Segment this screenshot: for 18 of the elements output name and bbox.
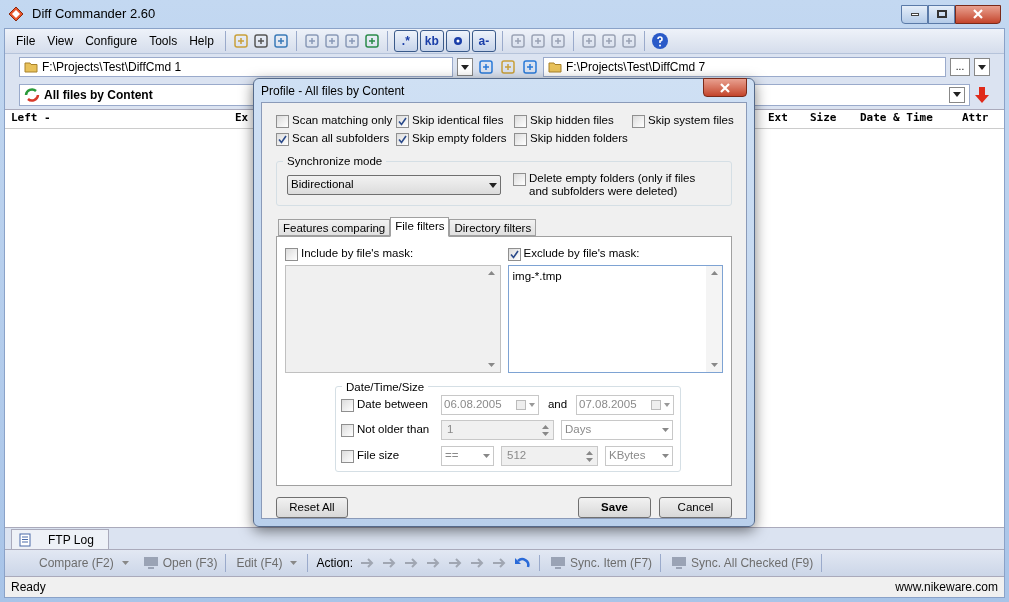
option-label: Scan matching only [292,113,393,129]
option-label: Skip system files [648,113,734,129]
option-label: Not older than [357,422,430,438]
window-title: Diff Commander 2.60 [32,5,157,24]
joiner-text: and [546,397,569,413]
option-label: Date between [357,397,428,413]
option-label: Scan all subfolders [292,131,390,147]
option-label: Include by file's mask: [301,246,414,262]
dialog-title: Profile - All files by Content [261,82,405,100]
option-label: File size [357,448,400,464]
option-label: Delete empty folders (only if files and subfolders were deleted) [529,172,697,198]
action-label: Action: [307,554,354,572]
status-text: Ready [11,579,46,596]
option-label: Skip hidden folders [530,131,628,147]
option-label: Skip identical files [412,113,504,129]
option-label: Skip hidden files [530,113,614,129]
option-label: Skip empty folders [412,131,507,147]
option-label: Exclude by file's mask: [523,246,640,262]
